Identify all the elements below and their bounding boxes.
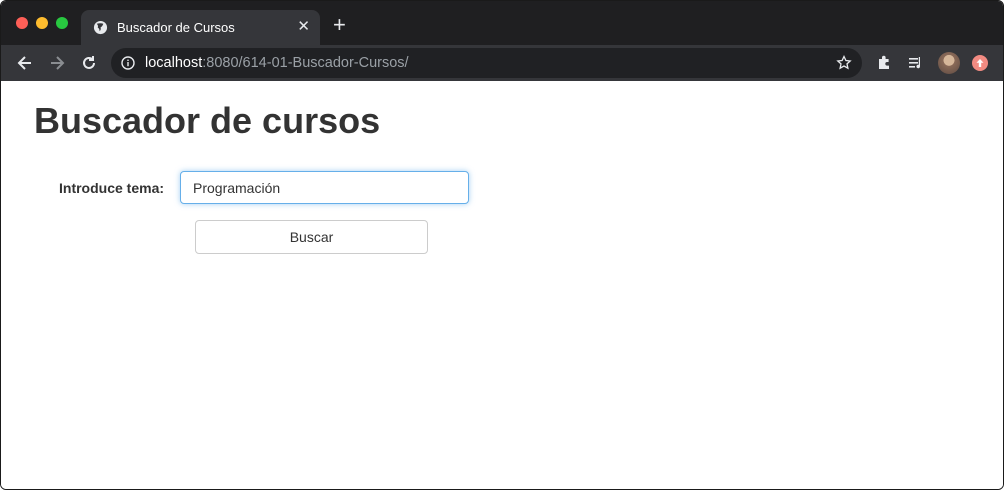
search-button[interactable]: Buscar	[195, 220, 428, 254]
tab-close-icon[interactable]: ✕	[297, 19, 310, 35]
page-content: Buscador de cursos Introduce tema: Busca…	[1, 81, 1003, 489]
info-icon[interactable]	[121, 56, 135, 70]
media-queue-icon[interactable]	[907, 54, 925, 72]
reload-icon[interactable]	[79, 53, 99, 73]
topic-label: Introduce tema:	[59, 180, 165, 196]
close-window-button[interactable]	[16, 17, 28, 29]
forward-arrow-icon[interactable]	[47, 53, 67, 73]
minimize-window-button[interactable]	[36, 17, 48, 29]
url-text[interactable]: localhost:8080/614-01-Buscador-Cursos/	[145, 55, 409, 71]
zoom-window-button[interactable]	[56, 17, 68, 29]
extensions-puzzle-icon[interactable]	[876, 54, 894, 72]
browser-window: Buscador de Cursos ✕ + localhost:8080/61…	[0, 0, 1004, 490]
url-host: localhost	[145, 55, 203, 71]
new-tab-button[interactable]: +	[333, 14, 346, 36]
address-bar[interactable]: localhost:8080/614-01-Buscador-Cursos/	[111, 48, 862, 78]
tab-active[interactable]: Buscador de Cursos ✕	[81, 10, 320, 45]
url-path: :8080/614-01-Buscador-Cursos/	[202, 55, 409, 71]
page-title: Buscador de cursos	[34, 100, 381, 141]
globe-icon	[93, 20, 108, 35]
profile-avatar[interactable]	[938, 52, 960, 74]
bookmark-star-icon[interactable]	[836, 55, 852, 71]
browser-toolbar: localhost:8080/614-01-Buscador-Cursos/	[1, 45, 1003, 81]
update-arrow-icon[interactable]	[972, 55, 988, 71]
topic-input[interactable]	[180, 171, 469, 204]
back-arrow-icon[interactable]	[15, 53, 35, 73]
tab-title: Buscador de Cursos	[117, 20, 235, 35]
tab-strip: Buscador de Cursos ✕ +	[1, 1, 1003, 45]
arrow-up-icon	[976, 59, 984, 67]
